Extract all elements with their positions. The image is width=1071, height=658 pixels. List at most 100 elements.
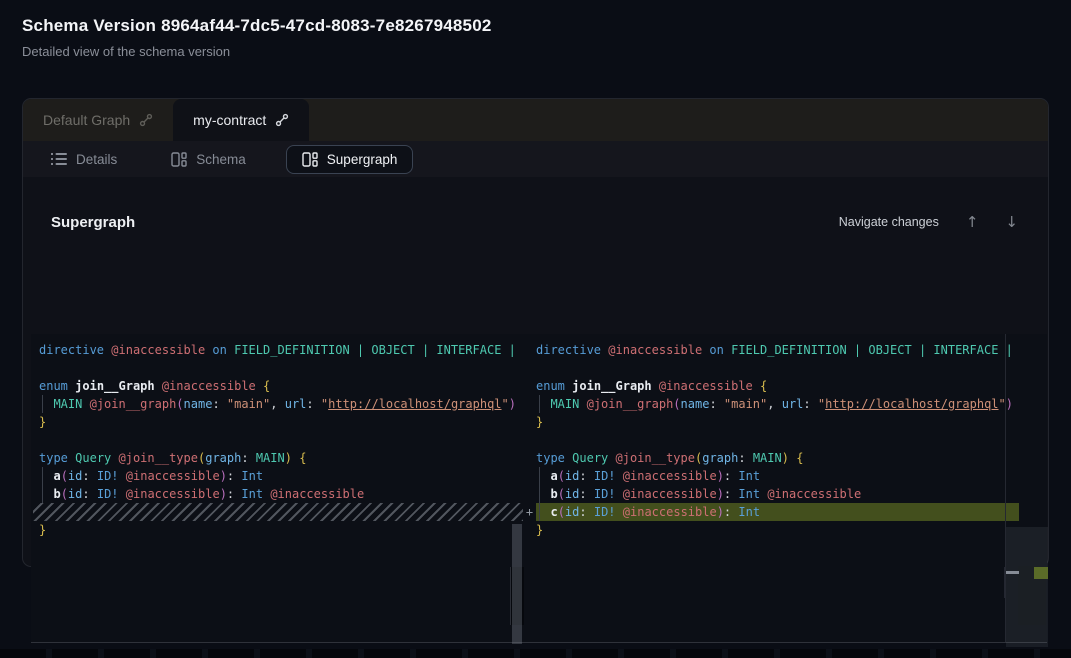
code-line: }: [536, 521, 1019, 539]
code-token: id: [68, 487, 82, 501]
code-line: type Query @join__type(graph: MAIN) {: [536, 449, 1019, 467]
indent-guide: [42, 395, 43, 413]
code-token: MAIN: [256, 451, 285, 465]
code-token: FIELD_DEFINITION | OBJECT | INTERFACE |: [234, 343, 516, 357]
code-token: [811, 397, 818, 411]
code-token: join__Graph: [75, 379, 154, 393]
code-token: (: [558, 505, 565, 519]
code-token: ): [717, 505, 724, 519]
code-token: Int: [241, 469, 263, 483]
code-token: @inaccessible: [111, 343, 205, 357]
diff-original-pane[interactable]: directive @inaccessible on FIELD_DEFINIT…: [31, 334, 520, 642]
tab-default-graph[interactable]: Default Graph: [23, 99, 173, 141]
indent-guide: [539, 485, 540, 503]
code-token: @inaccessible: [767, 487, 861, 501]
code-token: "main": [227, 397, 270, 411]
code-token: (: [673, 397, 680, 411]
supergraph-panel: Supergraph Navigate changes ↑ ↓ directiv…: [23, 177, 1048, 566]
diff-added-marker: +: [522, 503, 537, 521]
code-token: [616, 505, 623, 519]
diff-modified-pane[interactable]: directive @inaccessible on FIELD_DEFINIT…: [536, 334, 1019, 642]
previous-change-button[interactable]: ↑: [966, 215, 979, 230]
code-token: Int: [738, 487, 760, 501]
code-line-added: c(id: ID! @inaccessible): Int: [536, 503, 1019, 521]
code-line: }: [39, 413, 520, 431]
code-line: [536, 359, 1019, 377]
code-line: MAIN @join__graph(name: "main", url: "ht…: [536, 395, 1019, 413]
code-token: [82, 397, 89, 411]
code-token: type: [39, 451, 68, 465]
tab-label: my-contract: [193, 112, 266, 128]
minimap-slider[interactable]: [1006, 527, 1048, 647]
code-token: [616, 487, 623, 501]
tab-schema[interactable]: Schema: [157, 145, 260, 174]
code-line: directive @inaccessible on FIELD_DEFINIT…: [536, 341, 1019, 359]
code-token: c: [550, 505, 557, 519]
tab-my-contract[interactable]: my-contract: [173, 99, 309, 141]
tab-supergraph[interactable]: Supergraph: [286, 145, 414, 174]
code-token: [587, 487, 594, 501]
code-token: [155, 379, 162, 393]
code-token: }: [39, 523, 46, 537]
code-token: @join__graph: [587, 397, 674, 411]
code-token: ): [220, 487, 227, 501]
columns-layout-icon: [302, 152, 318, 167]
minimap-code-mark: [1006, 571, 1019, 574]
code-token: }: [536, 415, 543, 429]
code-line: }: [536, 413, 1019, 431]
code-token: name: [681, 397, 710, 411]
code-token: @inaccessible: [608, 343, 702, 357]
code-token: [249, 451, 256, 465]
code-token: on: [709, 343, 723, 357]
code-line: b(id: ID! @inaccessible): Int @inaccessi…: [39, 485, 520, 503]
code-token: join__Graph: [572, 379, 651, 393]
code-token: Int: [241, 487, 263, 501]
code-token: @inaccessible: [623, 505, 717, 519]
panel-heading: Supergraph: [51, 214, 135, 231]
code-token: [652, 379, 659, 393]
code-line: [39, 431, 520, 449]
code-token: ID!: [97, 469, 119, 483]
list-icon: [51, 152, 67, 166]
code-token: @join__type: [119, 451, 198, 465]
code-token: [579, 397, 586, 411]
code-token: :: [803, 397, 810, 411]
scrollbar-thumb[interactable]: [512, 524, 522, 644]
code-line: type Query @join__type(graph: MAIN) {: [39, 449, 520, 467]
code-token: id: [565, 487, 579, 501]
code-token: type: [536, 451, 565, 465]
code-token: @inaccessible: [162, 379, 256, 393]
code-token: :: [82, 487, 89, 501]
code-token: }: [39, 415, 46, 429]
code-line: MAIN @join__graph(name: "main", url: "ht…: [39, 395, 520, 413]
code-token: (: [558, 487, 565, 501]
schema-version-card: Default Graph my-contract: [22, 98, 1049, 567]
tab-label: Default Graph: [43, 112, 130, 128]
code-token: ,: [767, 397, 774, 411]
code-token: id: [565, 505, 579, 519]
code-token: ,: [270, 397, 277, 411]
code-line: [39, 359, 520, 377]
code-line: [536, 431, 1019, 449]
code-token: :: [709, 397, 716, 411]
code-token: :: [241, 451, 248, 465]
tab-details[interactable]: Details: [37, 145, 131, 174]
code-token: {: [299, 451, 306, 465]
code-token: @inaccessible: [659, 379, 753, 393]
code-token: [608, 451, 615, 465]
code-token: ): [782, 451, 789, 465]
code-token: (: [61, 469, 68, 483]
code-token: directive: [39, 343, 104, 357]
code-token: url: [782, 397, 804, 411]
diff-removed-placeholder-hatch: [33, 503, 523, 521]
code-token: :: [212, 397, 219, 411]
graph-variant-icon: [275, 113, 289, 127]
page-title: Schema Version 8964af44-7dc5-47cd-8083-7…: [22, 16, 492, 36]
code-token: [90, 487, 97, 501]
indent-guide: [42, 467, 43, 485]
code-token: [746, 451, 753, 465]
diff-editor: directive @inaccessible on FIELD_DEFINIT…: [31, 334, 1047, 643]
code-token: [119, 469, 126, 483]
next-change-button[interactable]: ↓: [1005, 215, 1018, 230]
code-token: @join__type: [616, 451, 695, 465]
